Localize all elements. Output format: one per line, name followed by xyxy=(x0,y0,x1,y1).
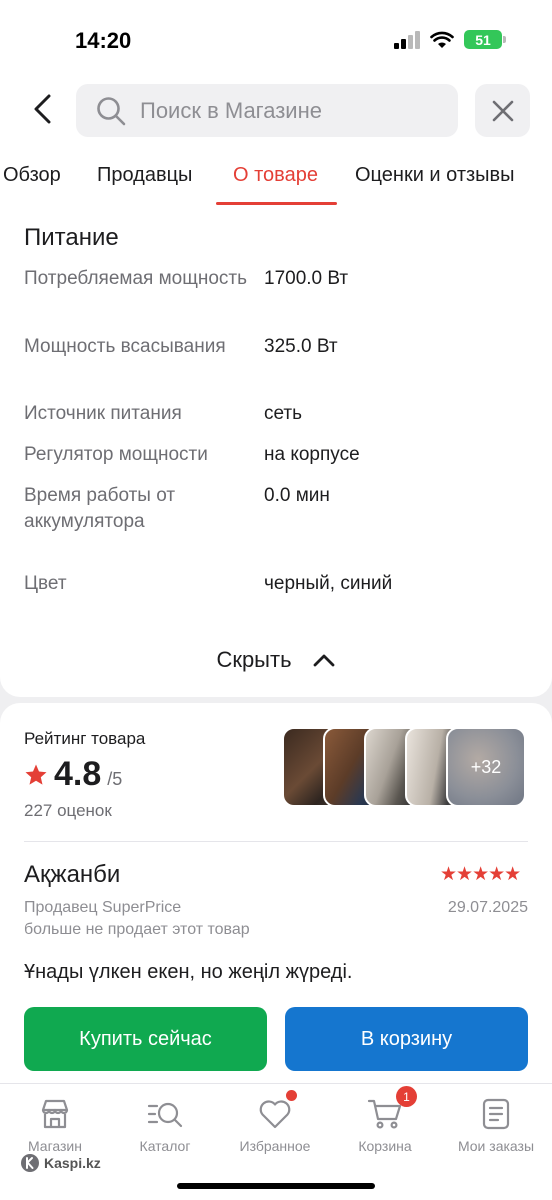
nav-label: Каталог xyxy=(139,1138,191,1154)
product-details-panel: Поиск в Магазине Обзор Продавцы О товаре… xyxy=(0,80,552,697)
spec-value: сеть xyxy=(264,403,303,424)
store-icon xyxy=(35,1094,75,1134)
star-icon xyxy=(25,764,47,785)
nav-item-cart[interactable]: 1 Корзина xyxy=(330,1086,440,1154)
nav-label: Мои заказы xyxy=(457,1138,535,1154)
divider xyxy=(24,841,528,842)
hide-specs-label: Скрыть xyxy=(216,647,292,672)
rating-count: 227 оценок xyxy=(24,801,112,820)
spec-label: Цвет xyxy=(24,573,67,594)
spec-value: 325.0 Вт xyxy=(264,336,338,357)
review-seller: Продавец SuperPrice xyxy=(24,899,182,916)
review-date: 29.07.2025 xyxy=(447,899,528,916)
review-photos[interactable]: +32 xyxy=(282,727,528,807)
nav-label: Магазин xyxy=(27,1138,82,1154)
section-title: Питание xyxy=(24,224,119,251)
spec-label: Время работы от аккумулятора xyxy=(24,485,176,532)
review-text: Ұнады үлкен екен, но жеңіл жүреді. xyxy=(24,961,353,983)
active-tab-indicator xyxy=(216,202,337,205)
hide-specs-button[interactable]: Скрыть xyxy=(0,640,552,680)
buy-now-button[interactable]: Купить сейчас xyxy=(24,1007,267,1071)
close-button[interactable] xyxy=(475,84,530,137)
review-author: Ақжанби xyxy=(24,861,121,888)
tab-sellers[interactable]: Продавцы xyxy=(97,160,192,206)
more-photos-count: +32 xyxy=(470,756,502,777)
brand-name: Kaspi.kz xyxy=(44,1155,101,1171)
chevron-left-icon xyxy=(34,94,51,124)
rating-value: 4.8 xyxy=(54,755,102,793)
wifi-icon xyxy=(430,31,454,48)
spec-value: на корпусе xyxy=(264,444,360,465)
favorites-dot xyxy=(286,1090,297,1101)
rating-max: /5 xyxy=(107,769,123,789)
spec-value: 1700.0 Вт xyxy=(264,268,349,289)
search-placeholder: Поиск в Магазине xyxy=(140,97,322,123)
status-time: 14:20 xyxy=(75,28,132,53)
nav-label: Корзина xyxy=(358,1138,412,1154)
spec-value: черный, синий xyxy=(264,573,393,594)
tab-bar: Обзор Продавцы О товаре Оценки и отзывы xyxy=(0,160,552,206)
spec-label: Источник питания xyxy=(24,403,182,424)
spec-label: Потребляемая мощность xyxy=(24,268,248,289)
spec-value: 0.0 мин xyxy=(264,485,330,506)
catalog-search-icon xyxy=(145,1094,185,1134)
home-indicator xyxy=(177,1183,375,1189)
orders-icon xyxy=(476,1094,516,1134)
kaspi-logo: Kaspi.kz xyxy=(20,1153,101,1173)
review-seller-note: больше не продает этот товар xyxy=(24,921,250,938)
search-input[interactable]: Поиск в Магазине xyxy=(76,84,458,137)
review-stars: ★★★★★ xyxy=(440,864,521,885)
heart-icon xyxy=(255,1090,297,1134)
add-to-cart-button[interactable]: В корзину xyxy=(285,1007,528,1071)
chevron-up-icon xyxy=(313,654,334,667)
status-bar: 14:20 51 xyxy=(0,0,552,80)
tab-about-product[interactable]: О товаре xyxy=(233,160,318,206)
tab-overview[interactable]: Обзор xyxy=(3,160,61,206)
spec-label: Мощность всасывания xyxy=(24,336,226,357)
rating-score: 4.8 /5 xyxy=(24,755,122,794)
spec-label: Регулятор мощности xyxy=(24,444,208,465)
kaspi-logo-icon xyxy=(21,1154,39,1172)
more-photos-button[interactable]: +32 xyxy=(446,727,526,807)
tab-reviews[interactable]: Оценки и отзывы xyxy=(355,160,515,206)
search-icon xyxy=(97,96,126,125)
cart-badge: 1 xyxy=(396,1086,417,1107)
nav-item-orders[interactable]: Мои заказы xyxy=(441,1094,551,1154)
nav-item-favorites[interactable]: Избранное xyxy=(220,1090,330,1154)
cart-icon: 1 xyxy=(365,1086,417,1134)
nav-item-catalog[interactable]: Каталог xyxy=(110,1094,220,1154)
signal-icon xyxy=(394,30,420,49)
status-icons: 51 xyxy=(394,30,506,49)
close-icon xyxy=(492,100,513,121)
back-button[interactable] xyxy=(26,92,60,126)
nav-item-store[interactable]: Магазин xyxy=(0,1094,110,1154)
battery-icon: 51 xyxy=(464,30,506,49)
rating-title: Рейтинг товара xyxy=(24,729,146,748)
nav-label: Избранное xyxy=(239,1138,311,1154)
